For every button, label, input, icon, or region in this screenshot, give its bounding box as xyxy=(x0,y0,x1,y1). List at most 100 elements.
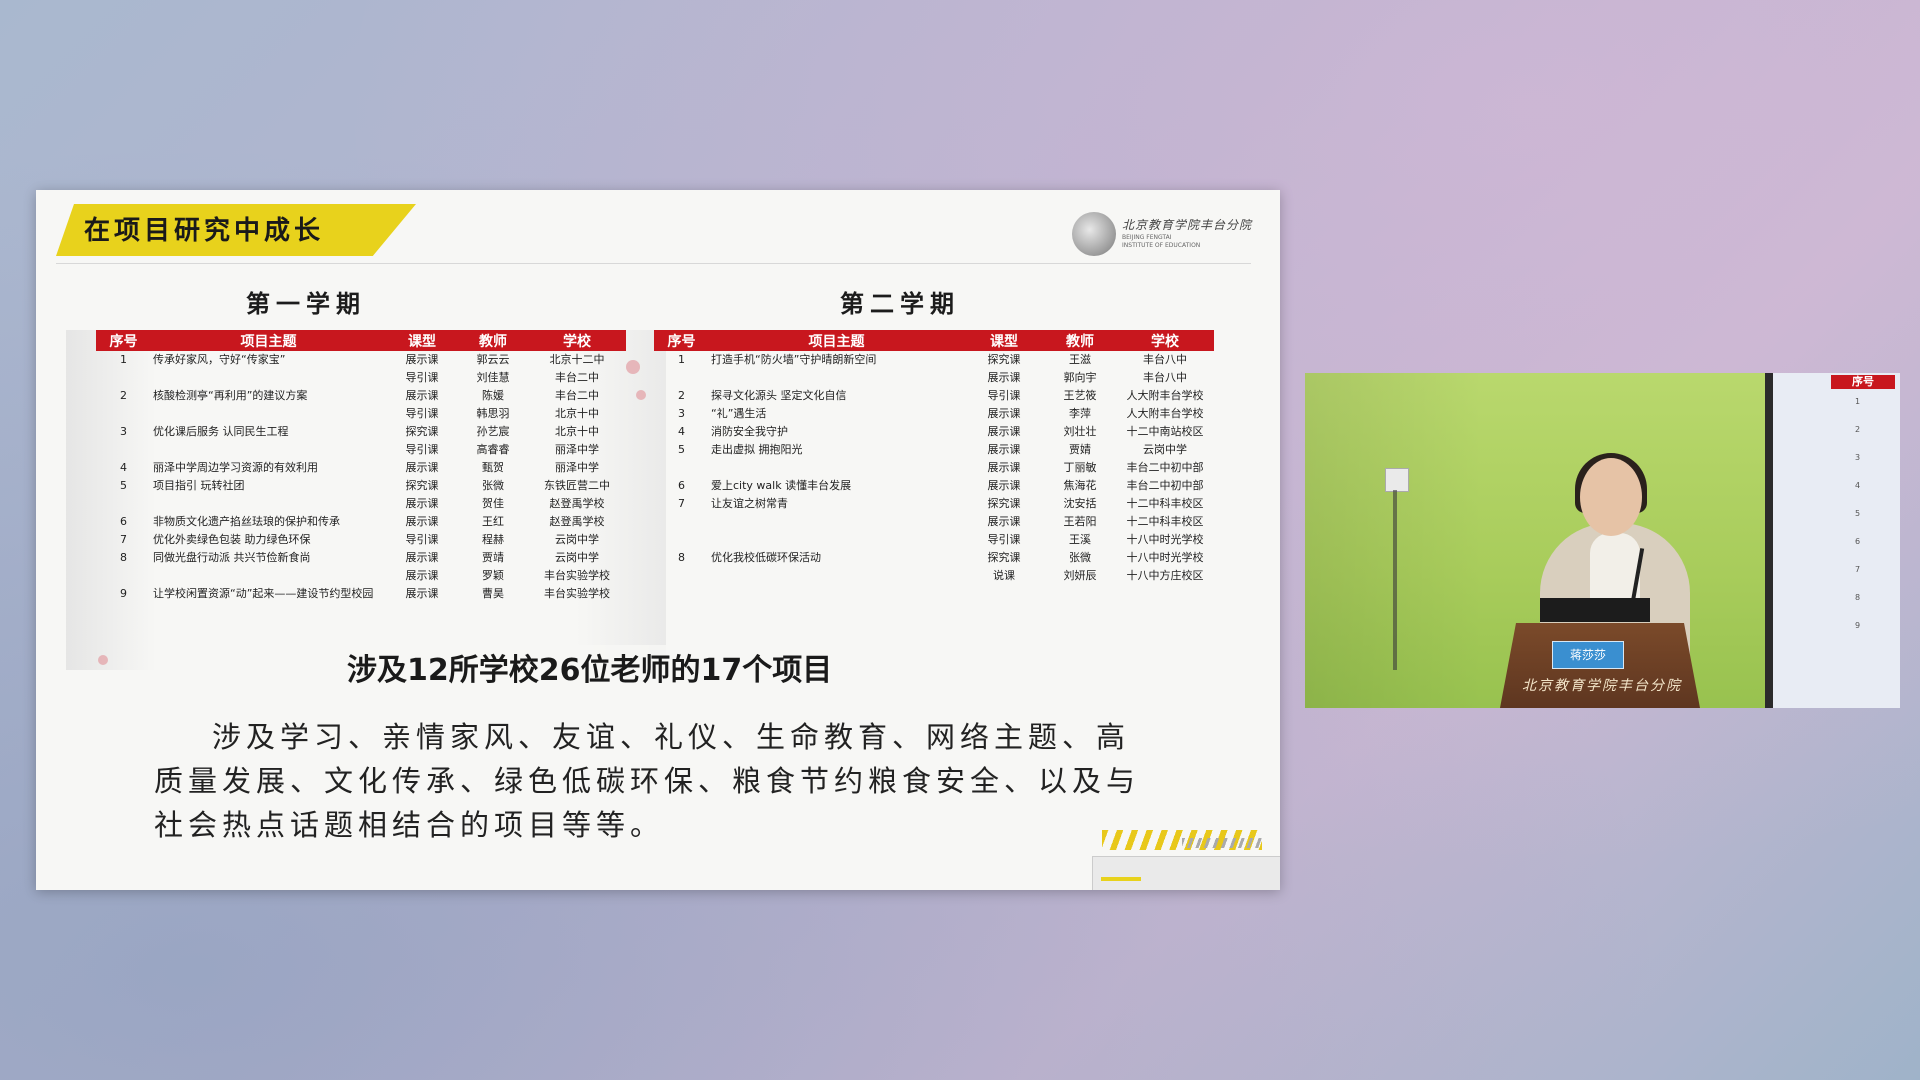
cell-no: 2 xyxy=(678,389,685,402)
cell-school: 北京十二中 xyxy=(549,353,605,366)
cell-school: 丽泽中学 xyxy=(555,443,599,456)
cell-type: 展示课 xyxy=(405,461,439,474)
cell-topic: 走出虚拟 拥抱阳光 xyxy=(711,443,803,456)
cell-teacher: 沈安括 xyxy=(1063,497,1097,510)
cell-type: 探究课 xyxy=(987,353,1021,366)
cell-topic xyxy=(151,405,386,423)
cell-teacher: 刘妍辰 xyxy=(1063,569,1097,582)
cell-school: 丰台二中 xyxy=(555,371,599,384)
cell-school: 云岗中学 xyxy=(555,533,599,546)
cell-topic: 爱上city walk 读懂丰台发展 xyxy=(711,479,852,492)
cell-school: 云岗中学 xyxy=(1143,443,1187,456)
cell-school: 十二中科丰校区 xyxy=(1126,515,1204,528)
table-row: 导引课 高睿睿 丽泽中学 xyxy=(96,441,626,459)
cell-topic: 探寻文化源头 坚定文化自信 xyxy=(711,389,847,402)
cell-no: 5 xyxy=(678,443,685,456)
cell-topic: 优化外卖绿色包装 助力绿色环保 xyxy=(153,533,311,546)
semester-2-table: 序号 项目主题 课型 教师 学校 1 打造手机“防火墙”守护晴朗新空间 探究课 王滋 丰台八中展… xyxy=(654,330,1214,585)
summary-text: 涉及12所学校26位老师的17个项目 xyxy=(341,645,839,689)
table-row: 1 打造手机“防火墙”守护晴朗新空间 探究课 王滋 丰台八中 xyxy=(654,351,1214,369)
cell-type: 探究课 xyxy=(987,497,1021,510)
speaker-video-feed: 序号 1 2 3 4 5 6 7 8 9 蒋莎莎 北京教育学院丰台分院 xyxy=(1305,373,1900,708)
cell-no xyxy=(654,369,709,387)
cell-type: 展示课 xyxy=(987,515,1021,528)
cell-no xyxy=(96,405,151,423)
cell-no xyxy=(96,369,151,387)
cell-no: 2 xyxy=(120,389,127,402)
cell-school: 云岗中学 xyxy=(555,551,599,564)
cell-school: 丰台二中初中部 xyxy=(1126,479,1204,492)
cell-topic: 同做光盘行动派 共兴节俭新食尚 xyxy=(153,551,311,564)
cell-school: 十八中时光学校 xyxy=(1126,533,1204,546)
body-paragraph: 涉及学习、亲情家风、友谊、礼仪、生命教育、网络主题、高质量发展、文化传承、绿色低… xyxy=(154,720,1141,842)
projection-screen: 序号 1 2 3 4 5 6 7 8 9 xyxy=(1773,373,1900,708)
semester-1-table: 序号 项目主题 课型 教师 学校 1 传承好家风，守好“传家宝” 展示课 郭云云 北京十二中 导引… xyxy=(96,330,626,603)
cell-no xyxy=(96,441,151,459)
institute-name-en: BEIJING FENGTAI INSTITUTE OF EDUCATION xyxy=(1122,234,1201,249)
cell-type: 展示课 xyxy=(405,497,439,510)
cell-school: 十二中南站校区 xyxy=(1126,425,1204,438)
table-row: 导引课 刘佳慧 丰台二中 xyxy=(96,369,626,387)
cell-school: 丰台实验学校 xyxy=(544,587,610,600)
cell-teacher: 韩思羽 xyxy=(476,407,510,420)
cell-type: 展示课 xyxy=(405,569,439,582)
cell-type: 展示课 xyxy=(987,443,1021,456)
stripe-decoration-grey xyxy=(1182,838,1262,848)
cell-no: 7 xyxy=(678,497,685,510)
cell-teacher: 高睿睿 xyxy=(476,443,510,456)
cell-school: 十八中时光学校 xyxy=(1126,551,1204,564)
cell-topic xyxy=(151,567,386,585)
cell-no: 8 xyxy=(678,551,685,564)
cell-teacher: 丁丽敏 xyxy=(1063,461,1097,474)
cell-teacher: 郭云云 xyxy=(476,353,510,366)
cell-type: 展示课 xyxy=(987,479,1021,492)
cell-school: 丰台实验学校 xyxy=(544,569,610,582)
cell-topic: 消防安全我守护 xyxy=(711,425,788,438)
cell-no xyxy=(96,495,151,513)
cell-teacher: 孙艺宸 xyxy=(476,425,510,438)
cell-no: 4 xyxy=(120,461,127,474)
cell-teacher: 程赫 xyxy=(482,533,504,546)
wall-socket xyxy=(1385,468,1409,492)
cell-school: 赵登禹学校 xyxy=(549,515,605,528)
screen-row-number: 3 xyxy=(1855,453,1861,462)
cell-school: 十八中方庄校区 xyxy=(1126,569,1204,582)
column-header: 课型 xyxy=(964,330,1044,351)
semester-1-heading: 第一学期 xyxy=(246,290,366,318)
cell-type: 展示课 xyxy=(405,389,439,402)
cell-teacher: 王溪 xyxy=(1069,533,1091,546)
slide-thumbnail xyxy=(1092,856,1280,890)
cell-teacher: 王若阳 xyxy=(1063,515,1097,528)
cell-topic xyxy=(151,441,386,459)
column-header: 课型 xyxy=(386,330,458,351)
cell-type: 展示课 xyxy=(405,353,439,366)
cell-topic xyxy=(151,495,386,513)
cell-no: 5 xyxy=(120,479,127,492)
table-row: 展示课 丁丽敏 丰台二中初中部 xyxy=(654,459,1214,477)
cell-teacher: 贾靖 xyxy=(482,551,504,564)
cell-teacher: 焦海花 xyxy=(1063,479,1097,492)
cell-type: 探究课 xyxy=(405,425,439,438)
cell-no: 3 xyxy=(678,407,685,420)
cell-no: 4 xyxy=(678,425,685,438)
cell-topic: 核酸检测亭“再利用”的建议方案 xyxy=(153,389,308,402)
cell-topic: 优化我校低碳环保活动 xyxy=(711,551,821,564)
cell-teacher: 贾婧 xyxy=(1069,443,1091,456)
cell-topic xyxy=(709,531,964,549)
cell-school: 人大附丰台学校 xyxy=(1126,389,1204,402)
cell-topic xyxy=(709,513,964,531)
cell-teacher: 刘壮壮 xyxy=(1063,425,1097,438)
cell-type: 展示课 xyxy=(987,425,1021,438)
cell-type: 展示课 xyxy=(405,551,439,564)
cell-teacher: 陈媛 xyxy=(482,389,504,402)
cell-teacher: 王滋 xyxy=(1069,353,1091,366)
cell-teacher: 张微 xyxy=(1069,551,1091,564)
cell-type: 导引课 xyxy=(405,533,439,546)
podium-institute-name: 北京教育学院丰台分院 xyxy=(1522,678,1682,694)
column-header: 项目主题 xyxy=(151,330,386,351)
cell-topic: 项目指引 玩转社团 xyxy=(153,479,245,492)
cell-school: 人大附丰台学校 xyxy=(1126,407,1204,420)
table-row: 7 优化外卖绿色包装 助力绿色环保 导引课 程赫 云岗中学 xyxy=(96,531,626,549)
institute-name-cn: 北京教育学院丰台分院 xyxy=(1122,218,1253,232)
table-row: 5 项目指引 玩转社团 探究课 张微 东铁匠营二中 xyxy=(96,477,626,495)
